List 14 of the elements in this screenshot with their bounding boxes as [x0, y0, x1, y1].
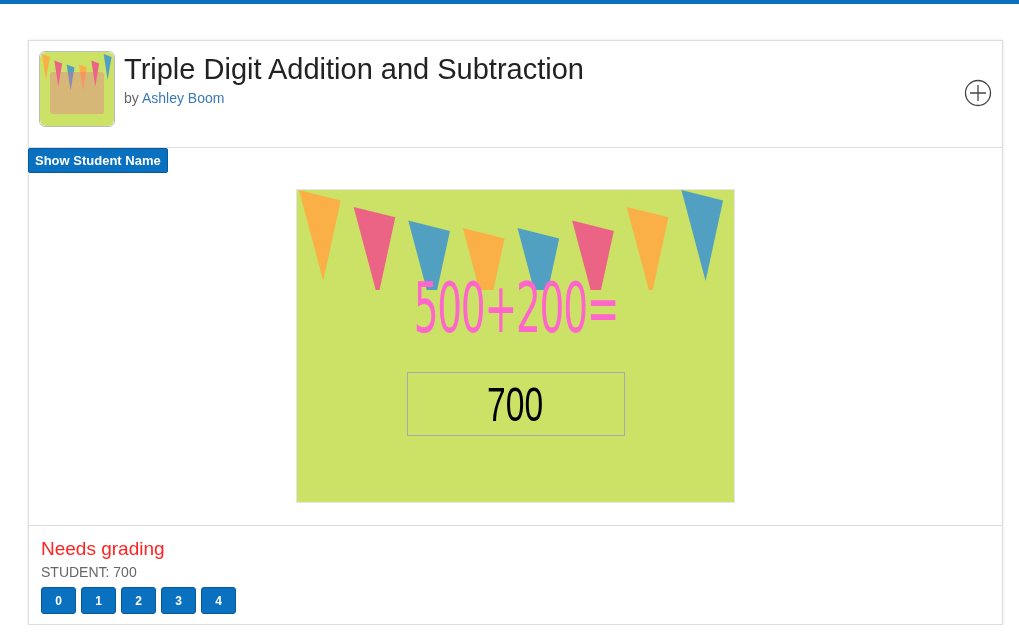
score-button[interactable]: 1	[81, 587, 116, 614]
grading-status: Needs grading	[41, 538, 166, 560]
score-button[interactable]: 4	[201, 587, 236, 614]
score-button[interactable]: 0	[41, 587, 76, 614]
deck-title: Triple Digit Addition and Subtraction	[124, 52, 584, 87]
author-line: by Ashley Boom	[124, 90, 226, 106]
score-button[interactable]: 2	[121, 587, 156, 614]
score-button[interactable]: 3	[161, 587, 196, 614]
add-icon[interactable]	[964, 79, 992, 107]
author-link[interactable]: Ashley Boom	[141, 90, 225, 106]
answer-field: 700	[406, 372, 625, 436]
student-answer: STUDENT: 700	[41, 564, 138, 580]
math-question: 500+200=	[413, 272, 618, 344]
show-student-name-button[interactable]: Show Student Name	[28, 148, 168, 173]
